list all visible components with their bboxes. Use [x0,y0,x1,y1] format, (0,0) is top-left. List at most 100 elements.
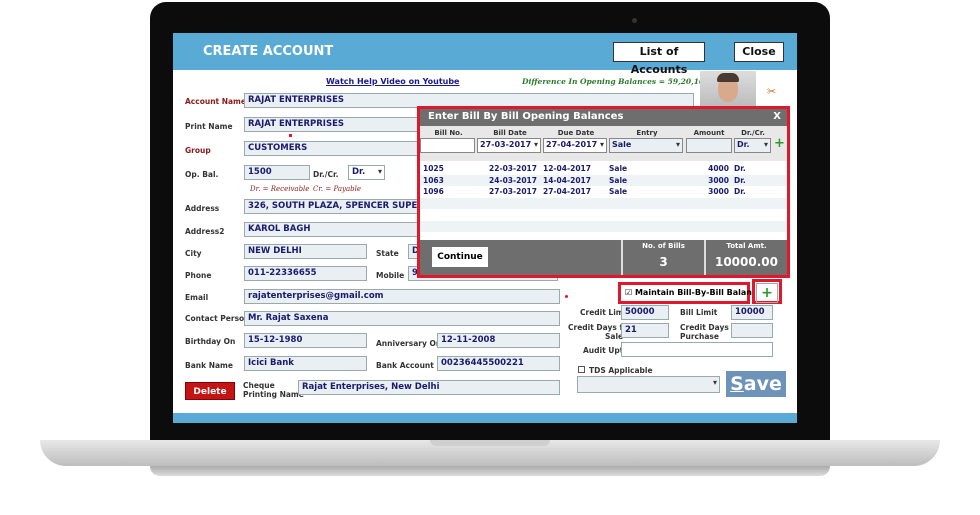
drcr-select[interactable]: Dr. [348,165,385,180]
cheque-label-1: Cheque [243,381,275,390]
dialog-title: Enter Bill By Bill Opening Balances [428,111,624,122]
anniversary-label: Anniversary On [376,339,442,348]
cell-bill-no: 1063 [423,175,444,185]
mobile-label: Mobile [376,271,405,280]
phone-input[interactable]: 011-22336655 [244,266,367,281]
bill-row[interactable]: 1096 27-03-2017 27-04-2017 Sale 3000 Dr. [420,186,787,197]
bill-row[interactable]: 1025 22-03-2017 12-04-2017 Sale 4000 Dr. [420,163,787,174]
cell-amount: 3000 [708,187,729,196]
cell-due-date: 12-04-2017 [543,164,591,173]
bill-row[interactable] [420,209,787,220]
cell-drcr: Dr. [734,187,746,196]
bill-limit-input[interactable]: 10000 [731,305,773,320]
maintain-label: Maintain Bill-By-Bill Balance [634,288,763,297]
bill-no-input[interactable] [420,138,475,153]
amount-input[interactable] [686,138,732,153]
window-title: CREATE ACCOUNT [203,44,334,59]
cell-bill-date: 22-03-2017 [489,164,537,173]
cell-amount: 3000 [708,175,729,185]
cheque-label-2: Printing Name [243,390,304,399]
contact-label: Contact Person [185,314,250,323]
anniversary-input[interactable]: 12-11-2008 [437,333,560,348]
entry-select[interactable]: Sale [609,138,683,153]
edit-photo-icon[interactable]: ✂ [767,85,776,98]
account-name-label: Account Name [185,97,246,106]
title-bar: CREATE ACCOUNT List of Accounts Close [173,33,797,76]
cell-entry: Sale [609,164,628,173]
drcr-label: Dr./Cr. [313,170,339,179]
cheque-name-input[interactable]: Rajat Enterprises, New Delhi [298,380,560,395]
birthday-input[interactable]: 15-12-1980 [244,333,367,348]
delete-button[interactable]: Delete [185,382,235,400]
print-name-label: Print Name [185,122,233,131]
dr-note: Dr. = Receivable [250,185,310,193]
bill-limit-label: Bill Limit [680,308,718,317]
city-input[interactable]: NEW DELHI [244,244,367,259]
list-of-accounts-button[interactable]: List of Accounts [613,42,705,76]
save-button[interactable]: Save [726,371,786,397]
tds-label: TDS Applicable [589,366,653,375]
credit-limit-input[interactable]: 50000 [621,305,669,320]
cell-drcr: Dr. [734,175,746,185]
group-label: Group [185,146,211,155]
total-amount-value: 10000.00 [714,255,778,269]
cell-entry: Sale [609,187,628,196]
bill-row[interactable]: 1063 24-03-2017 14-04-2017 Sale 3000 Dr. [420,174,787,186]
required-marker [289,134,292,137]
bill-count-value: 3 [659,255,668,269]
city-label: City [185,249,202,258]
cell-due-date: 14-04-2017 [543,175,591,185]
op-bal-input[interactable]: 1500 [244,165,310,180]
cr-note: Cr. = Payable [313,185,362,193]
bottom-bar [173,413,797,423]
bill-row[interactable] [420,197,787,209]
tds-select[interactable] [577,376,720,393]
add-row-icon[interactable]: + [774,136,785,151]
dialog-close-button[interactable]: X [773,111,781,122]
cell-due-date: 27-04-2017 [543,187,591,196]
dialog-footer: Continue No. of Bills 3 Total Amt. 10000… [420,240,787,275]
tds-checkbox[interactable] [578,366,585,373]
cell-drcr: Dr. [734,164,746,173]
credit-purchase-label-2: Purchase [680,332,719,341]
camera [632,18,637,23]
app-window: CREATE ACCOUNT List of Accounts Close Wa… [173,33,797,423]
laptop-notch [430,440,550,446]
phone-label: Phone [185,271,212,280]
add-bill-button-frame: + [752,279,782,304]
birthday-label: Birthday On [185,337,236,346]
bank-account-input[interactable]: 00236445500221 [437,356,560,371]
bank-label: Bank Name [185,361,233,370]
bill-row[interactable] [420,220,787,232]
required-marker [565,295,568,298]
close-button[interactable]: Close [734,42,784,62]
cell-bill-no: 1096 [423,187,444,196]
address2-label: Address2 [185,227,225,236]
state-label: State [376,249,399,258]
audit-input[interactable] [621,342,773,357]
continue-button[interactable]: Continue [432,247,488,267]
dialog-header: Enter Bill By Bill Opening Balances X [420,109,787,126]
due-date-select[interactable]: 27-04-2017 [543,138,607,153]
email-label: Email [185,293,209,302]
email-input[interactable]: rajatenterprises@gmail.com [244,289,560,304]
checkbox-checked-icon[interactable]: ☑ [625,288,632,297]
bank-input[interactable]: Icici Bank [244,356,367,371]
credit-days-purchase-input[interactable] [731,323,773,338]
contact-input[interactable]: Mr. Rajat Saxena [244,311,560,326]
bill-date-select[interactable]: 27-03-2017 [477,138,541,153]
add-bills-button[interactable]: + [756,283,778,303]
op-bal-label: Op. Bal. [185,170,219,179]
drcr-select[interactable]: Dr. [734,138,771,153]
total-amount-label: Total Amt. [726,242,767,250]
credit-days-sale-input[interactable]: 21 [621,323,669,338]
avatar [700,71,756,107]
maintain-bill-by-bill-toggle[interactable]: ☑ Maintain Bill-By-Bill Balance [618,282,762,304]
cell-bill-no: 1025 [423,164,444,173]
help-video-link[interactable]: Watch Help Video on Youtube [326,77,459,86]
cell-bill-date: 27-03-2017 [489,187,537,196]
cell-amount: 4000 [708,164,729,173]
cell-bill-date: 24-03-2017 [489,175,537,185]
cell-entry: Sale [609,175,628,185]
laptop-base-bottom [150,466,830,476]
